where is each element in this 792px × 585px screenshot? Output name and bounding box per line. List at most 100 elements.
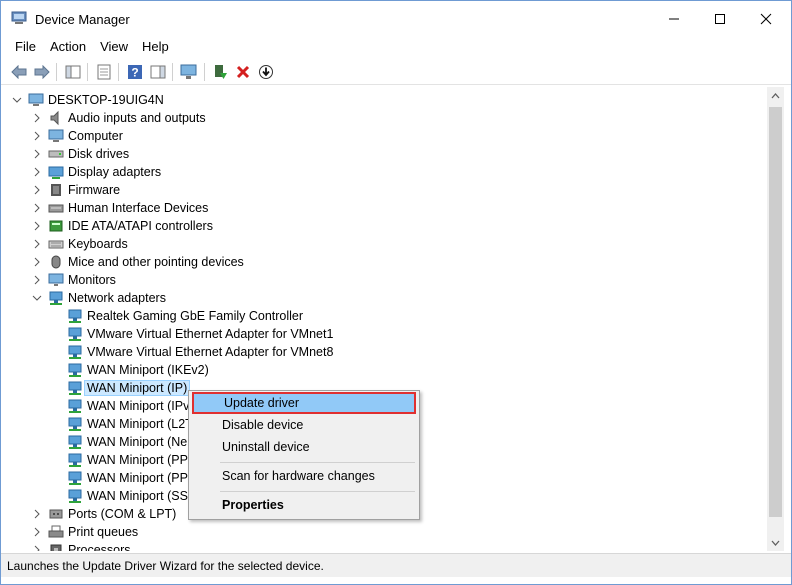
uninstall-icon <box>236 65 250 79</box>
menu-help[interactable]: Help <box>135 37 176 57</box>
network-adapter-item[interactable]: VMware Virtual Ethernet Adapter for VMne… <box>67 325 333 343</box>
expand-chevron[interactable] <box>32 149 42 159</box>
expand-chevron[interactable] <box>32 257 42 267</box>
menu-update-driver[interactable]: Update driver <box>192 392 416 414</box>
root-collapse-chevron[interactable] <box>12 95 22 105</box>
chevron-right-icon <box>34 131 40 141</box>
action-pane-button[interactable] <box>148 62 168 82</box>
network-adapter-icon <box>67 380 83 396</box>
scroll-down-button[interactable] <box>767 534 784 551</box>
network-adapter-item[interactable]: WAN Miniport (Ne <box>67 433 187 451</box>
network-adapter-item[interactable]: WAN Miniport (PP <box>67 469 188 487</box>
network-adapter-item[interactable]: WAN Miniport (IP) <box>67 379 191 397</box>
expand-chevron[interactable] <box>32 167 42 177</box>
minimize-button[interactable] <box>651 1 697 37</box>
close-button[interactable] <box>743 1 789 37</box>
tree-category-disk-drives[interactable]: Disk drives <box>48 145 129 163</box>
chevron-right-icon <box>34 167 40 177</box>
download-icon <box>259 65 273 79</box>
tree-category-ports-com-lpt[interactable]: Ports (COM & LPT) <box>48 505 176 523</box>
menu-view[interactable]: View <box>93 37 135 57</box>
expand-chevron[interactable] <box>32 509 42 519</box>
expand-chevron[interactable] <box>32 185 42 195</box>
tree-category-audio-inputs-and-outputs[interactable]: Audio inputs and outputs <box>48 109 206 127</box>
help-icon: ? <box>128 65 142 80</box>
expand-chevron[interactable] <box>32 203 42 213</box>
tree-category-monitors[interactable]: Monitors <box>48 271 116 289</box>
disk-drive-icon <box>48 146 64 162</box>
chevron-right-icon <box>34 185 40 195</box>
forward-button[interactable] <box>32 62 52 82</box>
menu-file[interactable]: File <box>1 37 43 57</box>
menu-action[interactable]: Action <box>43 37 93 57</box>
tree-category-ide-ata-atapi-controllers[interactable]: IDE ATA/ATAPI controllers <box>48 217 213 235</box>
properties-button[interactable] <box>94 62 114 82</box>
network-adapter-item[interactable]: WAN Miniport (PP <box>67 451 188 469</box>
device-manager-window: Device Manager File Action View Help ? D… <box>0 0 792 585</box>
network-adapter-item[interactable]: WAN Miniport (IKEv2) <box>67 361 209 379</box>
expand-chevron[interactable] <box>32 545 42 551</box>
network-adapter-icon <box>67 434 83 450</box>
maximize-button[interactable] <box>697 1 743 37</box>
status-bar: Launches the Update Driver Wizard for th… <box>1 553 791 577</box>
tree-category-network-adapters[interactable]: Network adapters <box>48 289 166 307</box>
tree-category-firmware[interactable]: Firmware <box>48 181 120 199</box>
expand-chevron[interactable] <box>32 113 42 123</box>
enable-device-button[interactable] <box>256 62 276 82</box>
tree-category-computer[interactable]: Computer <box>48 127 123 145</box>
network-adapter-item[interactable]: WAN Miniport (SST <box>67 487 196 505</box>
update-driver-icon <box>215 65 227 79</box>
vertical-scrollbar[interactable] <box>767 87 784 551</box>
uninstall-device-button[interactable] <box>233 62 253 82</box>
port-icon <box>48 506 64 522</box>
network-adapter-item[interactable]: VMware Virtual Ethernet Adapter for VMne… <box>67 343 333 361</box>
update-driver-button[interactable] <box>210 62 230 82</box>
network-adapter-icon <box>48 290 64 306</box>
tree-category-human-interface-devices[interactable]: Human Interface Devices <box>48 199 208 217</box>
network-collapse-chevron[interactable] <box>32 293 42 303</box>
firmware-icon <box>48 182 64 198</box>
tree-category-keyboards[interactable]: Keyboards <box>48 235 128 253</box>
network-adapter-item[interactable]: WAN Miniport (L2T <box>67 415 193 433</box>
scan-hardware-icon <box>180 64 197 79</box>
chevron-down-icon <box>771 540 780 546</box>
scroll-up-button[interactable] <box>767 87 784 104</box>
menu-properties[interactable]: Properties <box>192 494 416 516</box>
tree-category-display-adapters[interactable]: Display adapters <box>48 163 161 181</box>
properties-icon <box>97 64 111 80</box>
tree-category-mice-and-other-pointing-devices[interactable]: Mice and other pointing devices <box>48 253 244 271</box>
menu-scan-hardware[interactable]: Scan for hardware changes <box>192 465 416 487</box>
chevron-right-icon <box>34 527 40 537</box>
network-adapter-icon <box>67 362 83 378</box>
monitor-icon <box>48 272 64 288</box>
menu-bar: File Action View Help <box>1 37 791 57</box>
expand-chevron[interactable] <box>32 131 42 141</box>
scan-hardware-button[interactable] <box>179 62 199 82</box>
chevron-right-icon <box>34 509 40 519</box>
tree-category-processors[interactable]: Processors <box>48 541 131 551</box>
expand-chevron[interactable] <box>32 275 42 285</box>
expand-chevron[interactable] <box>32 239 42 249</box>
maximize-icon <box>715 14 725 24</box>
show-hide-console-tree-icon <box>65 65 81 79</box>
scrollbar-thumb[interactable] <box>769 107 782 517</box>
device-manager-app-icon <box>11 11 27 24</box>
menu-disable-device[interactable]: Disable device <box>192 414 416 436</box>
back-button[interactable] <box>9 62 29 82</box>
context-menu: Update driver Disable device Uninstall d… <box>188 390 420 520</box>
svg-text:?: ? <box>131 66 138 80</box>
title-bar: Device Manager <box>1 1 791 37</box>
network-adapter-item[interactable]: WAN Miniport (IPv <box>67 397 189 415</box>
tree-category-print-queues[interactable]: Print queues <box>48 523 138 541</box>
expand-chevron[interactable] <box>32 527 42 537</box>
show-hide-tree-button[interactable] <box>63 62 83 82</box>
help-button[interactable]: ? <box>125 62 145 82</box>
menu-uninstall-device[interactable]: Uninstall device <box>192 436 416 458</box>
menu-separator <box>220 462 415 463</box>
network-adapter-item[interactable]: Realtek Gaming GbE Family Controller <box>67 307 303 325</box>
expand-chevron[interactable] <box>32 221 42 231</box>
network-adapter-icon <box>67 326 83 342</box>
tree-root[interactable]: DESKTOP-19UIG4N <box>28 91 164 109</box>
chevron-right-icon <box>34 113 40 123</box>
speaker-icon <box>48 110 64 126</box>
